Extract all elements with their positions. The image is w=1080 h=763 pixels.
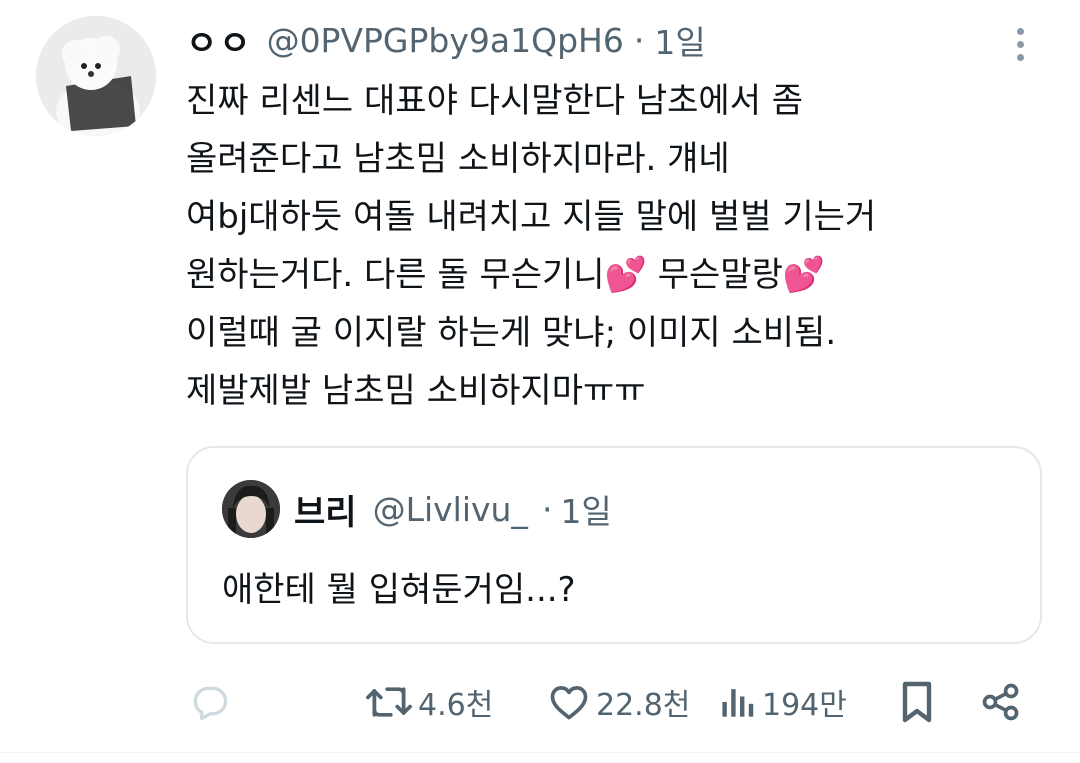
- tweet-text-line: 여bj대하듯 여돌 내려치고 지들 말에 벌벌 기는거: [186, 197, 877, 237]
- avatar[interactable]: [36, 16, 156, 136]
- tweet-text-line: 제발제발 남초밈 소비하지마ㅠㅠ: [186, 371, 646, 411]
- tweet-text-line: 올려준다고 남초밈 소비하지마라. 걔네: [186, 139, 730, 179]
- views-button[interactable]: 194만: [718, 672, 847, 732]
- quoted-display-name[interactable]: 브리: [294, 485, 357, 534]
- tweet-header: ㅇㅇ @0PVPGPby9a1QpH6 · 1일: [186, 14, 706, 66]
- quoted-avatar[interactable]: [222, 480, 280, 538]
- retweet-icon: [366, 687, 412, 717]
- tweet-text-line: 이럴때 굴 이지랄 하는게 맞냐; 이미지 소비됨.: [186, 313, 837, 353]
- share-icon: [982, 683, 1019, 721]
- retweet-button[interactable]: 4.6천: [364, 672, 493, 732]
- quoted-separator-dot: ·: [541, 489, 553, 529]
- separator-dot: ·: [633, 20, 645, 60]
- more-options-button[interactable]: [1000, 22, 1040, 66]
- views-icon: [722, 689, 754, 717]
- views-count: 194만: [762, 688, 847, 723]
- tweet-text-line: 진짜 리센느 대표야 다시말한다 남초에서 좀: [186, 81, 804, 121]
- like-count: 22.8천: [596, 688, 691, 723]
- author-handle[interactable]: @0PVPGPby9a1QpH6: [267, 21, 624, 60]
- reply-icon: [193, 686, 228, 721]
- tweet-text: 진짜 리센느 대표야 다시말한다 남초에서 좀 올려준다고 남초밈 소비하지마라…: [186, 72, 1046, 420]
- tweet-text-line: 원하는거다. 다른 돌 무슨기니💕 무슨말랑💕: [186, 255, 826, 295]
- reply-button[interactable]: [188, 672, 232, 732]
- tweet-timestamp[interactable]: 1일: [654, 16, 705, 64]
- bookmark-icon: [902, 681, 932, 723]
- like-button[interactable]: 22.8천: [546, 672, 690, 732]
- share-button[interactable]: [978, 672, 1024, 732]
- bookmark-button[interactable]: [896, 672, 938, 732]
- retweet-count: 4.6천: [418, 688, 494, 723]
- more-icon: [1016, 27, 1024, 35]
- quoted-tweet-header: 브리 @Livlivu_ · 1일: [294, 480, 612, 538]
- quoted-tweet-text: 애한테 뭘 입혀둔거임...?: [222, 570, 576, 610]
- quoted-handle[interactable]: @Livlivu_: [373, 490, 528, 529]
- tweet-action-bar: 4.6천 22.8천 194만: [0, 672, 1080, 732]
- author-display-name[interactable]: ㅇㅇ: [186, 16, 253, 65]
- quoted-timestamp[interactable]: 1일: [560, 485, 611, 533]
- divider: [0, 752, 1080, 753]
- avatar-dog-image: [36, 16, 156, 136]
- quoted-tweet-card[interactable]: 브리 @Livlivu_ · 1일 애한테 뭘 입혀둔거임...?: [186, 446, 1042, 644]
- quoted-avatar-image: [222, 480, 280, 538]
- like-icon: [550, 686, 588, 720]
